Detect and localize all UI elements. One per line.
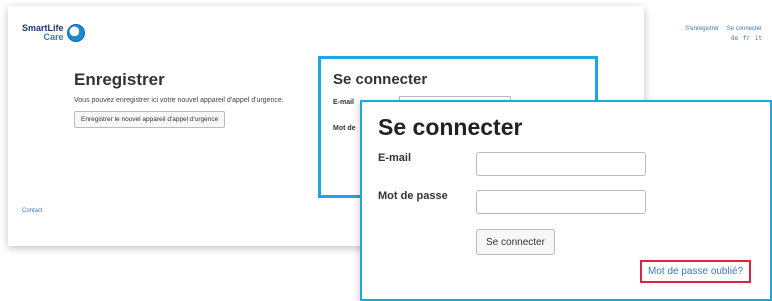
login-panel-zoomed: Se connecter E-mail Mot de passe Se conn… xyxy=(360,100,772,301)
header-nav: S'enregistrer Se connecter de fr it xyxy=(679,26,762,42)
smartlife-care-logo[interactable]: SmartLife Care xyxy=(22,24,85,42)
register-device-button[interactable]: Enregistrer le nouvel appareil d'appel d… xyxy=(74,111,226,128)
login-link[interactable]: Se connecter xyxy=(727,26,762,32)
forgot-password-link[interactable]: Mot de passe oublié? xyxy=(640,260,752,283)
lang-de[interactable]: de xyxy=(731,35,738,42)
login-small-email-label: E-mail xyxy=(333,99,355,106)
logo-swirl-icon xyxy=(66,24,85,42)
login-small-title: Se connecter xyxy=(333,71,428,88)
lang-it[interactable]: it xyxy=(755,35,762,42)
email-field[interactable] xyxy=(476,152,646,176)
logo-line2: Care xyxy=(43,32,64,42)
password-label: Mot de passe xyxy=(378,190,448,202)
language-switcher: de fr it xyxy=(679,35,762,42)
password-field[interactable] xyxy=(476,190,646,214)
register-link[interactable]: S'enregistrer xyxy=(685,26,719,32)
register-title: Enregistrer xyxy=(74,70,165,89)
login-submit-button[interactable]: Se connecter xyxy=(476,229,555,255)
lang-fr[interactable]: fr xyxy=(743,35,750,42)
contact-link[interactable]: Contact xyxy=(22,208,43,214)
register-description: Vous pouvez enregistrer ici votre nouvel… xyxy=(74,97,284,104)
login-title: Se connecter xyxy=(378,114,523,140)
login-small-password-label: Mot de xyxy=(333,125,356,132)
email-label: E-mail xyxy=(378,152,412,164)
